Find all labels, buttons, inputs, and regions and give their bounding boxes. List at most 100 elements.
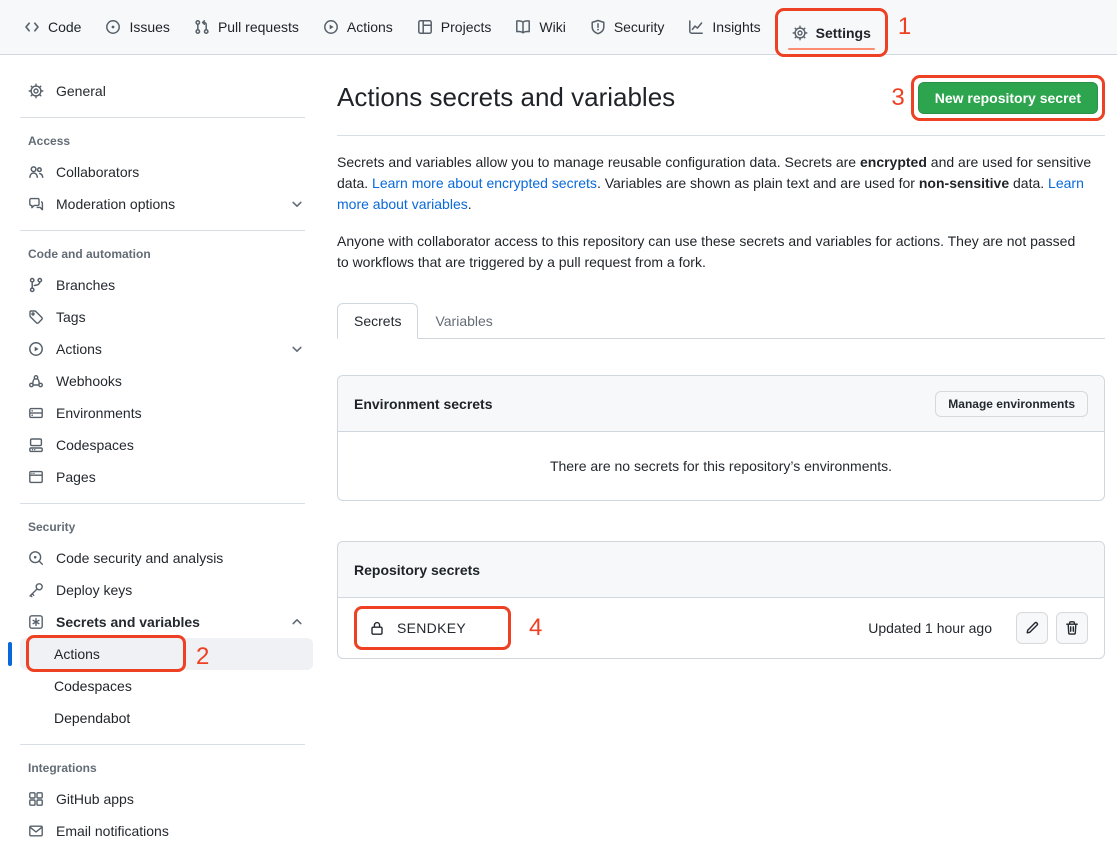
annotation-box-2 [26, 635, 186, 672]
sidebar-divider [20, 503, 305, 504]
tab-issues[interactable]: Issues [95, 0, 179, 54]
graph-icon [688, 19, 704, 35]
sidebar-item-environments[interactable]: Environments [20, 397, 313, 429]
webhook-icon [28, 373, 44, 389]
tab-settings[interactable]: Settings [782, 11, 881, 54]
sidebar-item-webhooks[interactable]: Webhooks [20, 365, 313, 397]
apps-icon [28, 791, 44, 807]
sidebar-section-code-automation: Code and automation [16, 247, 313, 261]
encrypted-secrets-link[interactable]: Learn more about encrypted secrets [372, 175, 597, 191]
tag-icon [28, 309, 44, 325]
sidebar-item-email-notifications[interactable]: Email notifications [20, 815, 313, 847]
comment-discussion-icon [28, 196, 44, 212]
tab-wiki-label: Wiki [539, 19, 565, 35]
repository-secrets-title: Repository secrets [354, 562, 480, 578]
play-icon [323, 19, 339, 35]
tab-wiki[interactable]: Wiki [505, 0, 575, 54]
sidebar-subitem-codespaces[interactable]: Codespaces [20, 670, 313, 702]
tab-settings-label: Settings [816, 25, 871, 41]
sidebar-subitem-dependabot[interactable]: Dependabot [20, 702, 313, 734]
codescan-icon [28, 550, 44, 566]
intro-paragraph: Secrets and variables allow you to manag… [337, 152, 1097, 215]
environment-secrets-empty-text: There are no secrets for this repository… [338, 432, 1104, 500]
tab-projects[interactable]: Projects [407, 0, 502, 54]
tab-pull-requests-label: Pull requests [218, 19, 299, 35]
annotation-number-4: 4 [529, 616, 542, 640]
people-icon [28, 164, 44, 180]
delete-secret-button[interactable] [1056, 612, 1088, 644]
server-icon [28, 405, 44, 421]
secrets-variables-tabnav: Secrets Variables [337, 303, 1105, 339]
tab-projects-label: Projects [441, 19, 492, 35]
sidebar-divider [20, 117, 305, 118]
sidebar-item-deploy-keys[interactable]: Deploy keys [20, 574, 313, 606]
tab-security-label: Security [614, 19, 665, 35]
codespaces-icon [28, 437, 44, 453]
tab-insights[interactable]: Insights [678, 0, 770, 54]
gear-icon [28, 83, 44, 99]
tab-code-label: Code [48, 19, 81, 35]
secret-updated-text: Updated 1 hour ago [868, 620, 992, 636]
play-icon [28, 341, 44, 357]
sidebar-section-integrations: Integrations [16, 761, 313, 775]
tab-actions[interactable]: Actions [313, 0, 403, 54]
edit-secret-button[interactable] [1016, 612, 1048, 644]
annotation-number-1: 1 [898, 15, 911, 39]
sidebar-item-branches[interactable]: Branches [20, 269, 313, 301]
browser-icon [28, 469, 44, 485]
new-repository-secret-button[interactable]: New repository secret [918, 82, 1098, 114]
settings-sidebar: General Access Collaborators Moderation … [0, 55, 321, 867]
sidebar-item-github-apps[interactable]: GitHub apps [20, 783, 313, 815]
annotation-number-3: 3 [891, 86, 904, 110]
sidebar-subitem-actions[interactable]: Actions 2 [20, 638, 313, 670]
environment-secrets-box: Environment secrets Manage environments … [337, 375, 1105, 501]
sidebar-item-actions[interactable]: Actions [20, 333, 313, 365]
trash-icon [1064, 620, 1080, 636]
mail-icon [28, 823, 44, 839]
sidebar-divider [20, 744, 305, 745]
sidebar-item-collaborators[interactable]: Collaborators [20, 156, 313, 188]
sidebar-item-pages[interactable]: Pages [20, 461, 313, 493]
sidebar-item-moderation-options[interactable]: Moderation options [20, 188, 313, 220]
tab-code[interactable]: Code [14, 0, 91, 54]
tab-insights-label: Insights [712, 19, 760, 35]
tab-pull-requests[interactable]: Pull requests [184, 0, 309, 54]
chevron-down-icon [289, 196, 305, 212]
sidebar-item-secrets-and-variables[interactable]: Secrets and variables [20, 606, 313, 638]
code-icon [24, 19, 40, 35]
secret-name: SENDKEY [397, 620, 466, 636]
page-title: Actions secrets and variables [337, 81, 675, 113]
tab-actions-label: Actions [347, 19, 393, 35]
annotation-box-1: Settings [775, 8, 888, 57]
sidebar-section-security: Security [16, 520, 313, 534]
tab-issues-label: Issues [129, 19, 169, 35]
sidebar-divider [20, 230, 305, 231]
sidebar-section-access: Access [16, 134, 313, 148]
manage-environments-button[interactable]: Manage environments [935, 391, 1088, 417]
page-divider [337, 135, 1105, 136]
environment-secrets-title: Environment secrets [354, 396, 493, 412]
lock-icon [369, 620, 385, 636]
chevron-down-icon [289, 341, 305, 357]
sidebar-item-codespaces[interactable]: Codespaces [20, 429, 313, 461]
shield-icon [590, 19, 606, 35]
pull-request-icon [194, 19, 210, 35]
book-icon [515, 19, 531, 35]
secret-row: SENDKEY 4 Updated 1 hour ago [338, 598, 1104, 658]
git-branch-icon [28, 277, 44, 293]
key-asterisk-icon [28, 614, 44, 630]
repo-nav: Code Issues Pull requests Actions Projec… [0, 0, 1117, 55]
issue-icon [105, 19, 121, 35]
key-icon [28, 582, 44, 598]
annotation-box-3: New repository secret [911, 75, 1105, 121]
annotation-box-4: SENDKEY [354, 606, 511, 650]
annotation-number-2: 2 [196, 643, 209, 671]
sidebar-item-tags[interactable]: Tags [20, 301, 313, 333]
tab-security[interactable]: Security [580, 0, 675, 54]
pencil-icon [1024, 620, 1040, 636]
sidebar-item-code-security[interactable]: Code security and analysis [20, 542, 313, 574]
tab-variables[interactable]: Variables [418, 303, 509, 339]
chevron-up-icon [289, 614, 305, 630]
tab-secrets[interactable]: Secrets [337, 303, 418, 339]
sidebar-item-general[interactable]: General [20, 75, 313, 107]
